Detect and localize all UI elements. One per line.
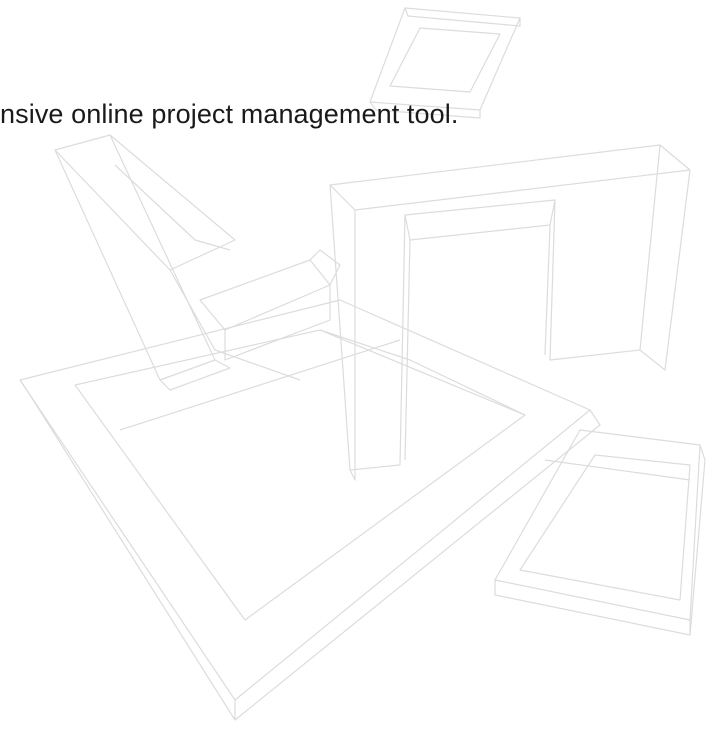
frame-top-inner <box>389 27 501 93</box>
frame-upright-top <box>354 144 691 211</box>
beam-center-front <box>224 285 331 361</box>
frame-flat-right-edge <box>234 409 601 721</box>
bar-left-bottom <box>159 359 231 391</box>
slide-caption: nsive online project management tool. <box>0 99 459 129</box>
frame-flat-inner <box>74 329 526 621</box>
frame-upright-inner-left <box>404 239 411 461</box>
beam-center-top <box>199 259 331 331</box>
frame-small-right-edge <box>689 444 706 636</box>
bar-left-front <box>54 134 216 381</box>
frame-top-outer <box>369 7 521 111</box>
bar-left-brace <box>169 269 301 381</box>
frame-upright-inner-right <box>544 224 551 356</box>
frame-small-outer <box>494 429 701 621</box>
frame-flat-crossline <box>119 339 401 431</box>
frame-upright-left-side <box>329 184 356 481</box>
frame-flat-outer <box>19 299 591 701</box>
frame-upright-inner-top <box>404 199 556 241</box>
frame-flat-left-edge <box>19 379 236 721</box>
bar-left-top <box>54 134 236 271</box>
slide: nsive online project management tool. <box>0 0 718 741</box>
bar-left-inner <box>114 164 231 251</box>
frame-small-bottom-edge <box>494 580 691 636</box>
